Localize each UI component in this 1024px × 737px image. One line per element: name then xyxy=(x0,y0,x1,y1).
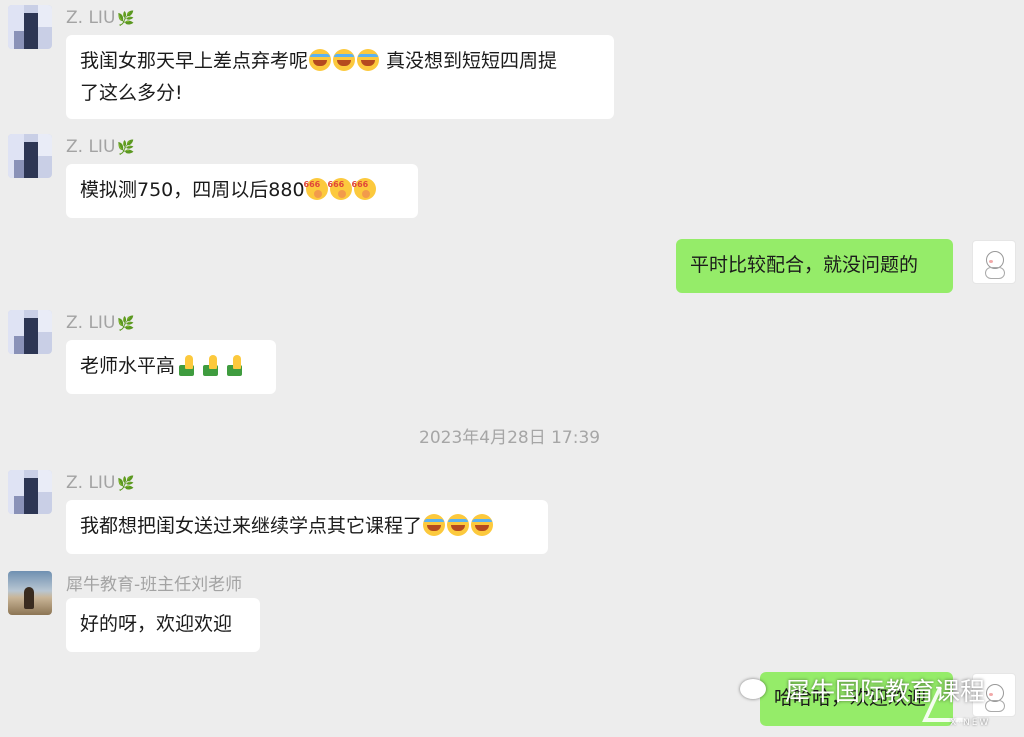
leaf-icon: 🌿 xyxy=(117,476,135,492)
contact-avatar[interactable] xyxy=(8,310,52,354)
sender-name-text: Z. LIU xyxy=(66,8,116,28)
tears-of-joy-emoji-icon xyxy=(357,49,380,71)
my-avatar[interactable] xyxy=(972,240,1016,284)
contact-avatar[interactable] xyxy=(8,470,52,514)
message-text: 真没想到短短四周提 xyxy=(380,50,558,72)
sender-name-text: Z. LIU xyxy=(66,137,116,157)
sender-name: Z. LIU 🌿 xyxy=(66,473,135,493)
message-text: 好的呀，欢迎欢迎 xyxy=(80,613,233,635)
leaf-icon: 🌿 xyxy=(117,11,135,27)
sender-name: Z. LIU 🌿 xyxy=(66,313,135,333)
leaf-icon: 🌿 xyxy=(117,140,135,156)
sender-name: 犀牛教育-班主任刘老师 xyxy=(66,575,243,595)
666-emoji-icon xyxy=(352,169,376,201)
message-text: 平时比较配合，就没问题的 xyxy=(690,254,919,276)
message-bubble[interactable]: 我都想把闺女送过来继续学点其它课程了 xyxy=(66,500,548,554)
message-text: 模拟测750，四周以后880 xyxy=(80,179,305,201)
sender-name-text: Z. LIU xyxy=(66,313,116,333)
message-bubble[interactable]: 好的呀，欢迎欢迎 xyxy=(66,598,260,652)
sender-name: Z. LIU 🌿 xyxy=(66,137,135,157)
message-text: 了这么多分! xyxy=(80,82,183,104)
message-bubble-outgoing[interactable]: 平时比较配合，就没问题的 xyxy=(676,239,953,293)
message-text: 老师水平高 xyxy=(80,355,176,377)
wechat-icon xyxy=(740,679,766,699)
thumbs-up-emoji-icon xyxy=(176,354,198,376)
leaf-icon: 🌿 xyxy=(117,316,135,332)
thumbs-up-emoji-icon xyxy=(200,354,222,376)
message-text: 我都想把闺女送过来继续学点其它课程了 xyxy=(80,515,423,537)
message-bubble[interactable]: 我闺女那天早上差点弃考呢 真没想到短短四周提 了这么多分! xyxy=(66,35,614,119)
message-bubble[interactable]: 老师水平高 xyxy=(66,340,276,394)
thumbs-up-emoji-icon xyxy=(224,354,246,376)
sender-name: Z. LIU 🌿 xyxy=(66,8,135,28)
tears-of-joy-emoji-icon xyxy=(333,49,356,71)
message-text: 我闺女那天早上差点弃考呢 xyxy=(80,50,309,72)
666-emoji-icon xyxy=(328,169,352,201)
teacher-avatar[interactable] xyxy=(8,571,52,615)
tears-of-joy-emoji-icon xyxy=(447,514,470,536)
tears-of-joy-emoji-icon xyxy=(309,49,332,71)
message-bubble[interactable]: 模拟测750，四周以后880 xyxy=(66,164,418,218)
sender-name-text: Z. LIU xyxy=(66,473,116,493)
contact-avatar[interactable] xyxy=(8,134,52,178)
tears-of-joy-emoji-icon xyxy=(423,514,446,536)
contact-avatar[interactable] xyxy=(8,5,52,49)
watermark-brand: X·NEW xyxy=(950,718,991,728)
tears-of-joy-emoji-icon xyxy=(471,514,494,536)
666-emoji-icon xyxy=(304,169,328,201)
chat-timestamp: 2023年4月28日 17:39 xyxy=(419,428,601,448)
